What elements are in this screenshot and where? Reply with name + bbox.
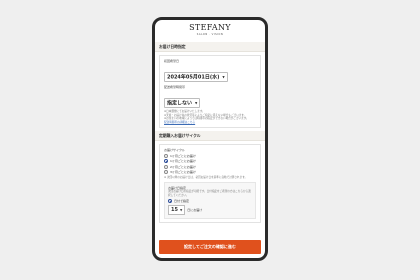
confirm-order-button[interactable]: 設定してご注文の確認に進む	[159, 240, 261, 254]
date-label: 初回希望日	[164, 59, 180, 63]
delivery-card: 初回希望日 2024年05月01日(水) ▼ 配送希望時間帯 指定しない ▼ ※日本…	[159, 55, 261, 129]
site-header: STEFANY SALON · VISION	[155, 20, 265, 43]
cycle-card: お届けサイクル 1ヶ月ごとにお届け 1ヶ月ごとにお届け 2ヶ月ごとにお届け 3ヶ…	[159, 144, 261, 224]
cycle-option-3[interactable]: 2ヶ月ごとにお届け	[164, 164, 256, 169]
time-value: 指定しない	[167, 100, 193, 106]
cycle-option-2[interactable]: 1ヶ月ごとにお届け	[164, 159, 256, 164]
designation-radio-label: 日付で指定	[174, 199, 190, 204]
date-select[interactable]: 2024年05月01日(水) ▼	[164, 71, 228, 82]
designation-radio[interactable]: 日付で指定	[168, 199, 252, 204]
day-number-select[interactable]: 15 ▼	[168, 205, 186, 216]
cycle-option-4[interactable]: 3ヶ月ごとにお届け	[164, 170, 256, 175]
cycle-option-label: 3ヶ月ごとにお届け	[170, 170, 196, 175]
radio-icon	[164, 170, 168, 175]
date-value: 2024年05月01日(水)	[167, 74, 220, 80]
chevron-down-icon: ▼	[195, 100, 198, 105]
phone-frame: STEFANY SALON · VISION お届け日時指定 初回希望日 202…	[152, 17, 268, 261]
cycle-option-1[interactable]: 1ヶ月ごとにお届け	[164, 153, 256, 158]
cycle-footnote: ※ 次回以降のお届け日は、初回お届け日を基準に自動で計算されます。	[164, 175, 248, 179]
delivery-info-link[interactable]: 配送時間帯の詳細はこちら	[164, 121, 256, 125]
radio-icon	[164, 153, 168, 158]
cycle-section-title: 定期購入お届けサイクル	[155, 131, 265, 142]
day-number-value: 15	[171, 207, 178, 214]
cycle-option-label: 1ヶ月ごとにお届け	[170, 153, 196, 158]
time-select[interactable]: 指定しない ▼	[164, 97, 201, 108]
delivery-section-title: お届け日時指定	[155, 42, 265, 52]
cycle-subtitle: お届けサイクル	[164, 148, 185, 153]
day-select-row: 15 ▼ 日にお届け	[168, 205, 252, 216]
date-designation-box: お届け日指定 次回お届け日の指定が可能です。日付指定をご希望の方はこちらから選択…	[164, 182, 256, 220]
cycle-option-label: 1ヶ月ごとにお届け	[170, 159, 196, 164]
time-label: 配送希望時間帯	[164, 85, 186, 89]
chevron-down-icon: ▼	[222, 74, 225, 79]
brand-subtitle: SALON · VISION	[196, 33, 224, 36]
cycle-option-label: 2ヶ月ごとにお届け	[170, 164, 196, 169]
radio-icon	[164, 164, 168, 169]
chevron-down-icon: ▼	[179, 208, 183, 213]
radio-selected-icon	[168, 199, 172, 204]
designation-note: 次回お届け日の指定が可能です。日付指定をご希望の方はこちらから選択してください。	[168, 190, 251, 198]
day-unit-label: 日にお届け	[187, 208, 203, 213]
brand-logo[interactable]: STEFANY	[155, 24, 265, 32]
radio-selected-icon	[164, 159, 168, 164]
page-content: お届け日時指定 初回希望日 2024年05月01日(水) ▼ 配送希望時間帯 指定…	[155, 42, 265, 258]
